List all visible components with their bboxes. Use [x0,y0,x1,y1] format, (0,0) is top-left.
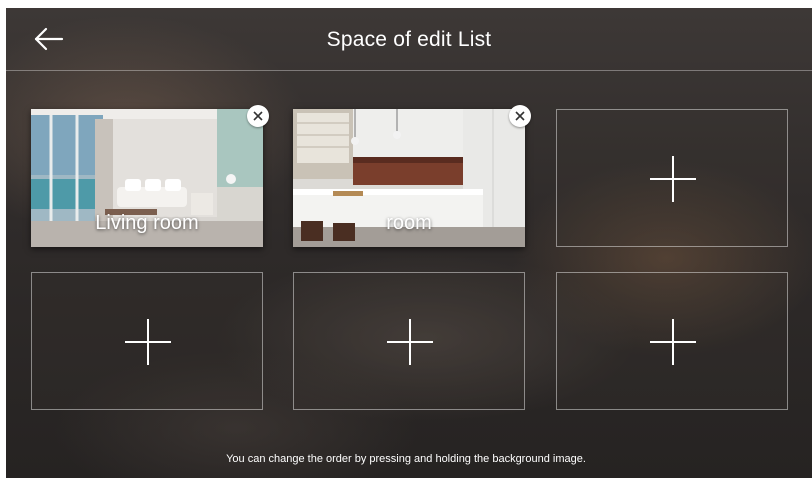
add-space-button[interactable] [293,272,525,410]
page-title: Space of edit List [326,28,492,51]
add-space-button[interactable] [556,109,788,247]
add-space-button[interactable] [556,272,788,410]
plus-icon [387,319,433,365]
plus-icon [650,319,696,365]
space-tile-living-room[interactable]: Living room [31,105,269,247]
close-icon [253,111,263,121]
header-bar: Space of edit List [6,8,812,71]
space-label: room [386,212,432,234]
remove-space-button[interactable] [247,105,269,127]
space-tile-room[interactable]: room [293,105,531,247]
reorder-hint: You can change the order by pressing and… [226,453,586,465]
plus-icon [125,319,171,365]
close-icon [515,111,525,121]
remove-space-button[interactable] [509,105,531,127]
space-edit-screen: Space of edit List Living room room [6,8,812,478]
space-label: Living room [95,212,199,234]
add-space-button[interactable] [31,272,263,410]
plus-icon [650,156,696,202]
